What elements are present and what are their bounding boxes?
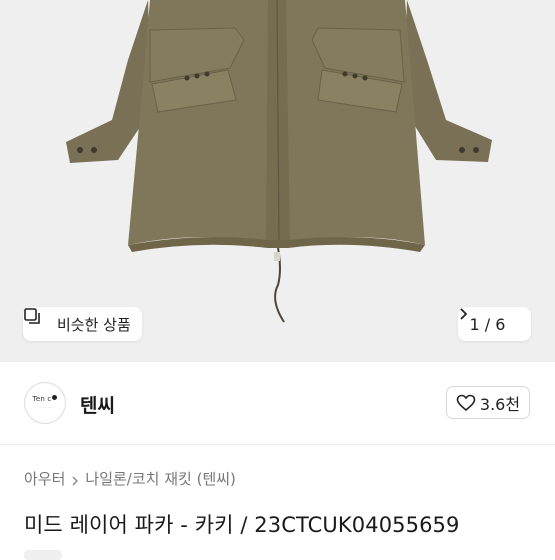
similar-items-label: 비슷한 상품 <box>57 315 131 334</box>
chevron-right-icon <box>460 308 519 331</box>
image-counter[interactable]: 1 / 6 <box>458 307 531 341</box>
partial-badge <box>24 550 62 560</box>
logo-dot-icon <box>52 395 58 400</box>
chevron-right-icon <box>71 473 79 485</box>
similar-items-button[interactable]: 비슷한 상품 <box>23 307 142 341</box>
product-title: 미드 레이어 파카 - 카키 / 23CTCUK04055659 <box>24 513 460 537</box>
shop-logo[interactable]: Ten c . . . . . . . . . <box>24 382 66 424</box>
shop-name[interactable]: 텐씨 <box>80 391 115 418</box>
product-image-gallery[interactable]: 비슷한 상품 1 / 6 <box>0 0 555 362</box>
image-counter-text: 1 / 6 <box>469 314 506 334</box>
like-button[interactable]: 3.6천 <box>446 386 530 419</box>
similar-items-icon <box>24 308 51 333</box>
shop-row: Ten c . . . . . . . . . 텐씨 3.6천 <box>0 362 555 445</box>
breadcrumb: 아우터 나일론/코치 재킷 (텐씨) <box>24 468 236 489</box>
shop-logo-text: Ten c <box>32 395 52 403</box>
breadcrumb-item-category[interactable]: 나일론/코치 재킷 (텐씨) <box>85 468 236 489</box>
like-count: 3.6천 <box>479 394 521 414</box>
breadcrumb-item-outer[interactable]: 아우터 <box>24 468 65 489</box>
heart-icon <box>456 394 476 412</box>
logo-subtext-graphic: . . . . . . . . . <box>37 406 53 409</box>
